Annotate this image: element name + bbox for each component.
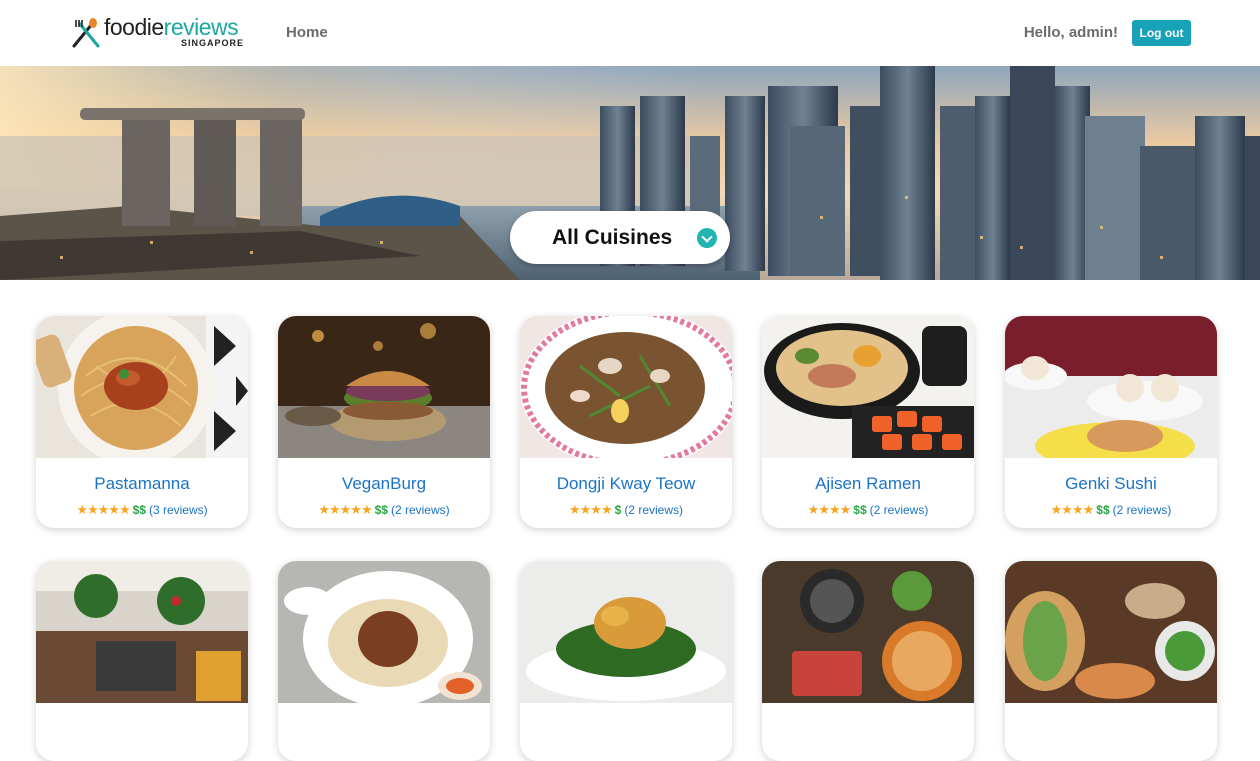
restaurant-photo-dongji-kway-teow xyxy=(520,316,732,458)
hero-banner: All Cuisines xyxy=(0,66,1260,280)
rating-stars: ★★★★★ xyxy=(76,502,130,517)
restaurant-meta: ★★★★ $$ (2 reviews) xyxy=(762,502,974,518)
brand-logo[interactable]: foodiereviews SINGAPORE xyxy=(70,14,245,50)
restaurant-card[interactable] xyxy=(1005,561,1217,761)
restaurant-name[interactable]: Genki Sushi xyxy=(1005,474,1217,494)
navbar: foodiereviews SINGAPORE Home Hello, admi… xyxy=(0,0,1260,66)
restaurant-card[interactable] xyxy=(36,561,248,761)
rating-stars: ★★★★ xyxy=(569,502,613,517)
price-level: $$ xyxy=(853,503,867,517)
price-level: $ xyxy=(614,503,622,517)
restaurant-photo-veganburg xyxy=(278,316,490,458)
restaurant-meta: ★★★★★ $$ (3 reviews) xyxy=(36,502,248,518)
cuisine-selected-label: All Cuisines xyxy=(552,226,673,249)
price-level: $$ xyxy=(132,503,146,517)
restaurant-photo-genki-sushi xyxy=(1005,316,1217,458)
restaurant-card[interactable]: Genki Sushi ★★★★ $$ (2 reviews) xyxy=(1005,316,1217,528)
logout-button[interactable]: Log out xyxy=(1132,20,1191,46)
restaurant-name[interactable]: Ajisen Ramen xyxy=(762,474,974,494)
user-greeting: Hello, admin! xyxy=(1023,24,1118,41)
brand-subtitle: SINGAPORE xyxy=(181,38,245,48)
restaurant-card[interactable]: Ajisen Ramen ★★★★ $$ (2 reviews) xyxy=(762,316,974,528)
brand-word-2: reviews xyxy=(163,14,239,40)
restaurant-card[interactable] xyxy=(520,561,732,761)
review-count-link[interactable]: (3 reviews) xyxy=(149,503,208,517)
restaurant-meta: ★★★★ $$ (2 reviews) xyxy=(1005,502,1217,518)
review-count-link[interactable]: (2 reviews) xyxy=(1113,503,1172,517)
restaurant-card[interactable]: Dongji Kway Teow ★★★★ $ (2 reviews) xyxy=(520,316,732,528)
brand-word-1: foodie xyxy=(104,14,164,40)
restaurant-name[interactable]: VeganBurg xyxy=(278,474,490,494)
restaurant-photo xyxy=(520,561,732,703)
restaurant-photo xyxy=(278,561,490,703)
restaurant-card[interactable]: VeganBurg ★★★★★ $$ (2 reviews) xyxy=(278,316,490,528)
cuisine-dropdown[interactable]: All Cuisines xyxy=(510,211,730,264)
price-level: $$ xyxy=(374,503,388,517)
review-count-link[interactable]: (2 reviews) xyxy=(870,503,929,517)
restaurant-meta: ★★★★★ $$ (2 reviews) xyxy=(278,502,490,518)
rating-stars: ★★★★ xyxy=(1050,502,1095,517)
rating-stars: ★★★★★ xyxy=(318,502,372,517)
rating-stars: ★★★★ xyxy=(807,502,852,517)
restaurant-card[interactable] xyxy=(278,561,490,761)
restaurant-photo xyxy=(1005,561,1217,703)
restaurant-name[interactable]: Pastamanna xyxy=(36,474,248,494)
restaurant-card[interactable]: Pastamanna ★★★★★ $$ (3 reviews) xyxy=(36,316,248,528)
utensils-icon xyxy=(72,18,100,48)
restaurant-photo xyxy=(762,561,974,703)
nav-home-link[interactable]: Home xyxy=(286,24,328,41)
restaurant-card[interactable] xyxy=(762,561,974,761)
review-count-link[interactable]: (2 reviews) xyxy=(624,503,683,517)
restaurant-name[interactable]: Dongji Kway Teow xyxy=(520,474,732,494)
restaurant-photo-ajisen-ramen xyxy=(762,316,974,458)
restaurant-meta: ★★★★ $ (2 reviews) xyxy=(520,502,732,518)
price-level: $$ xyxy=(1096,503,1110,517)
restaurant-photo-pastamanna xyxy=(36,316,248,458)
restaurant-photo xyxy=(36,561,248,703)
review-count-link[interactable]: (2 reviews) xyxy=(391,503,450,517)
chevron-down-icon xyxy=(697,228,717,248)
